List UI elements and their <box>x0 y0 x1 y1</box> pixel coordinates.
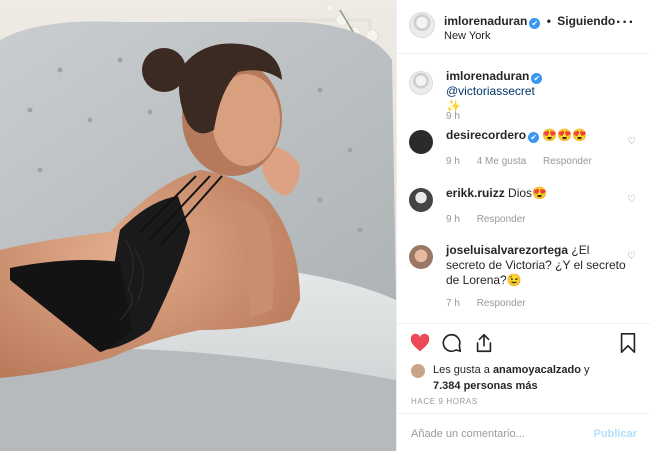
comments-list[interactable]: imlorenaduran ✔ @victoriassecret ✨ 9 h de… <box>397 55 650 323</box>
caption-avatar[interactable] <box>409 71 433 95</box>
comment-item: desirecordero ✔ 😍😍😍 9 h 4 Me gusta Respon… <box>409 128 639 176</box>
post-photo[interactable] <box>0 0 396 451</box>
caption-mention[interactable]: @victoriassecret <box>446 84 535 98</box>
location-link[interactable]: New York <box>444 30 490 42</box>
add-comment-bar: Añade un comentario... Publicar <box>397 413 650 451</box>
post-header: imlorenaduran ✔ • Siguiendo New York ··· <box>397 0 650 54</box>
comment-text: joseluisalvarezortega ¿El secreto de Vic… <box>446 243 626 288</box>
comment-like-heart-icon[interactable]: ♡ <box>627 195 637 205</box>
reply-button[interactable]: Responder <box>477 214 526 225</box>
comment-text: erikk.ruizz Dios😍 <box>446 186 616 201</box>
post-timestamp: HACE 9 HORAS <box>411 397 478 406</box>
comment-time: 9 h <box>446 214 460 225</box>
comment-text: desirecordero ✔ 😍😍😍 <box>446 128 616 143</box>
comment-item: erikk.ruizz Dios😍 9 h Responder ♡ <box>409 186 639 234</box>
comment-body: Dios😍 <box>508 186 547 200</box>
caption-time: 9 h <box>446 111 460 122</box>
comment-username[interactable]: desirecordero <box>446 128 526 142</box>
comment-meta: 7 h Responder <box>446 298 540 309</box>
comment-time: 7 h <box>446 298 460 309</box>
author-avatar[interactable] <box>409 12 435 38</box>
likes-prefix: Les gusta a <box>433 364 490 376</box>
comment-input[interactable]: Añade un comentario... <box>411 428 525 440</box>
comment-meta: 9 h Responder <box>446 214 540 225</box>
caption-text: imlorenaduran ✔ @victoriassecret ✨ <box>446 69 616 114</box>
post-image <box>0 0 396 451</box>
more-options-icon[interactable]: ··· <box>616 14 635 32</box>
liker-avatar[interactable] <box>411 364 425 378</box>
comment-avatar[interactable] <box>409 188 433 212</box>
instagram-post: imlorenaduran ✔ • Siguiendo New York ··· … <box>0 0 650 451</box>
comment-like-heart-icon[interactable]: ♡ <box>627 137 637 147</box>
likes-joiner: y <box>584 364 590 376</box>
comment-avatar[interactable] <box>409 130 433 154</box>
comment-body: 😍😍😍 <box>542 128 588 142</box>
bookmark-icon[interactable] <box>617 332 639 354</box>
post-actions: Les gusta a anamoyacalzado y 7.384 perso… <box>397 323 650 413</box>
comment-item: joseluisalvarezortega ¿El secreto de Vic… <box>409 243 639 313</box>
heart-filled-icon[interactable] <box>409 332 431 354</box>
following-button[interactable]: Siguiendo <box>557 14 615 28</box>
comment-username[interactable]: joseluisalvarezortega <box>446 243 568 257</box>
comment-like-heart-icon[interactable]: ♡ <box>627 252 637 262</box>
liker-username[interactable]: anamoyacalzado <box>493 364 581 376</box>
comment-meta: 9 h 4 Me gusta Responder <box>446 156 606 167</box>
comment-username[interactable]: erikk.ruizz <box>446 186 505 200</box>
likes-count[interactable]: 7.384 personas más <box>433 380 538 392</box>
share-icon[interactable] <box>473 332 495 354</box>
comment-likes[interactable]: 4 Me gusta <box>477 156 526 167</box>
verified-badge-icon: ✔ <box>528 132 540 143</box>
reply-button[interactable]: Responder <box>543 156 592 167</box>
caption-username[interactable]: imlorenaduran <box>446 69 529 83</box>
comment-time: 9 h <box>446 156 460 167</box>
comment-bubble-icon[interactable] <box>441 332 463 354</box>
verified-badge-icon: ✔ <box>529 18 541 29</box>
caption: imlorenaduran ✔ @victoriassecret ✨ 9 h <box>409 69 639 129</box>
author-username[interactable]: imlorenaduran <box>444 14 527 28</box>
comment-avatar[interactable] <box>409 245 433 269</box>
separator-dot: • <box>546 14 551 28</box>
author-line: imlorenaduran ✔ • Siguiendo <box>444 14 615 29</box>
publish-button[interactable]: Publicar <box>594 428 637 440</box>
likes-text: Les gusta a anamoyacalzado y 7.384 perso… <box>433 362 633 394</box>
caption-meta: 9 h <box>446 111 474 122</box>
post-side-panel: imlorenaduran ✔ • Siguiendo New York ··· … <box>396 0 650 451</box>
reply-button[interactable]: Responder <box>477 298 526 309</box>
verified-badge-icon: ✔ <box>531 73 543 84</box>
